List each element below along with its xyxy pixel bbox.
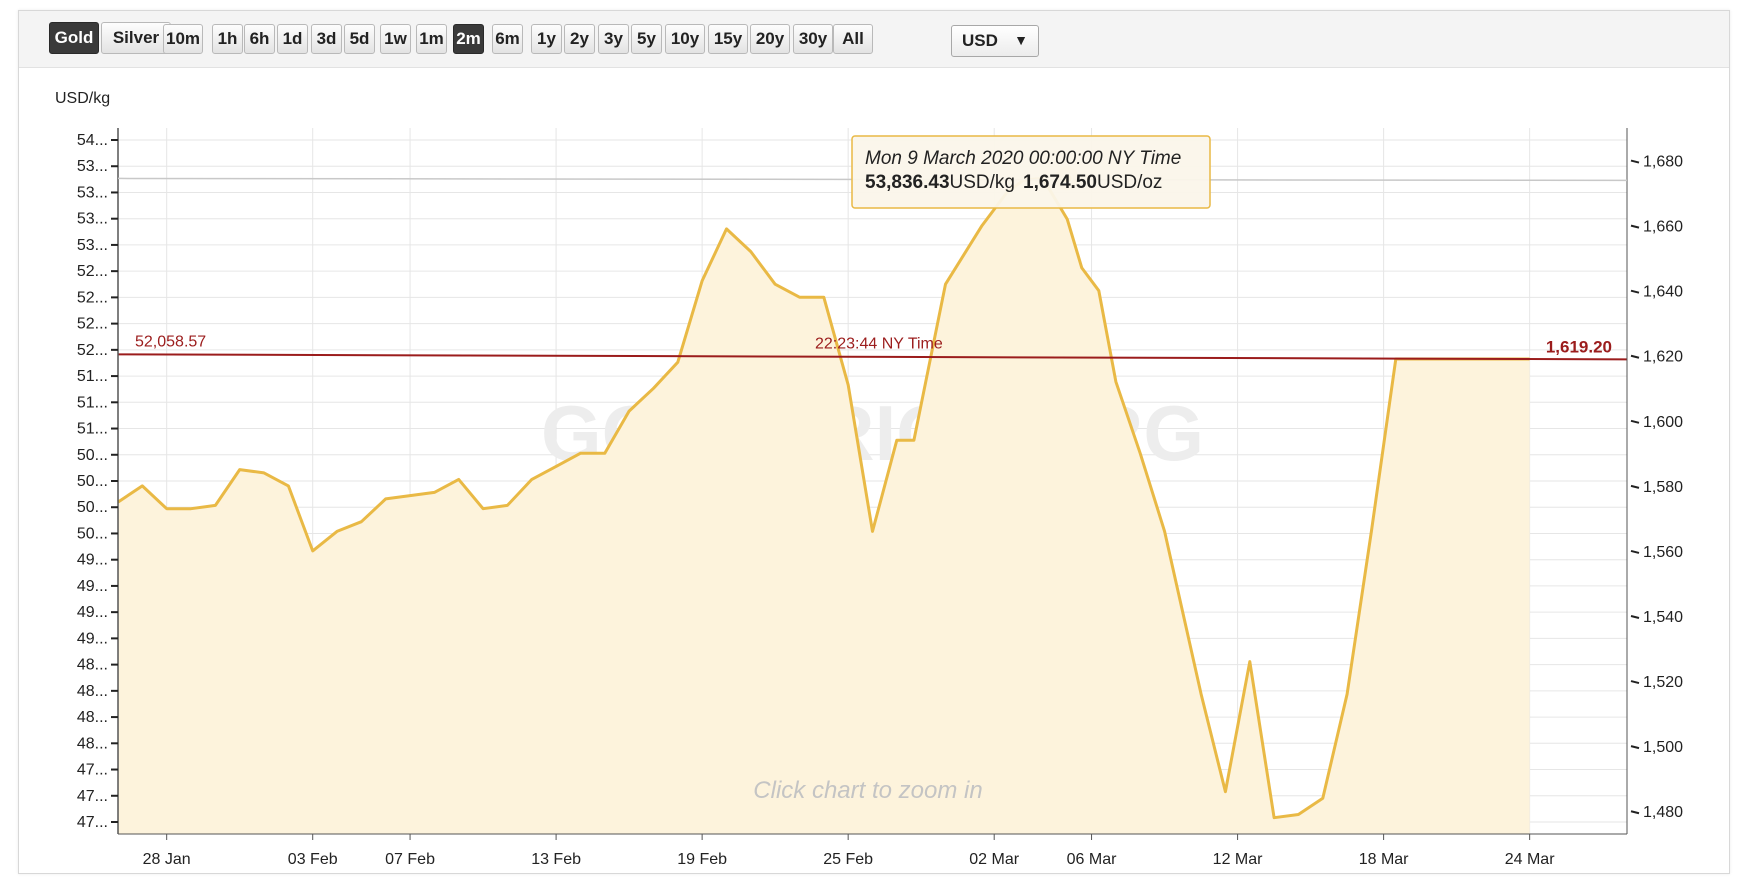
right-tick-mark bbox=[1630, 549, 1640, 554]
x-tick-label: 28 Jan bbox=[143, 851, 191, 868]
left-tick-label: 53... bbox=[77, 211, 108, 228]
tooltip-kg-unit: USD/kg bbox=[950, 172, 1015, 193]
left-tick-label: 47... bbox=[77, 762, 108, 779]
right-tick-label: 1,580 bbox=[1643, 479, 1683, 496]
reference-time-label: 22:23:44 NY Time bbox=[815, 335, 943, 352]
left-tick-label: 53... bbox=[77, 158, 108, 175]
left-tick-label: 48... bbox=[77, 735, 108, 752]
x-tick-label: 02 Mar bbox=[969, 851, 1019, 868]
price-chart[interactable]: GOLDPRICE.ORG52,058.57 1,619.2022:23:44 N… bbox=[0, 0, 1737, 889]
left-tick-label: 51... bbox=[77, 394, 108, 411]
left-tick-label: 51... bbox=[77, 421, 108, 438]
right-tick-label: 1,520 bbox=[1643, 674, 1683, 691]
series-area bbox=[118, 178, 1530, 834]
left-tick-label: 51... bbox=[77, 368, 108, 385]
right-tick-mark bbox=[1630, 615, 1640, 619]
right-tick-mark bbox=[1630, 680, 1640, 685]
left-tick-label: 53... bbox=[77, 237, 108, 254]
right-tick-label: 1,540 bbox=[1643, 609, 1683, 626]
reference-left-label: 52,058.57 bbox=[135, 333, 206, 350]
zoom-hint: Click chart to zoom in bbox=[753, 777, 982, 804]
reference-line bbox=[117, 353, 1628, 361]
tooltip-values: 53,836.43USD/kg 1,674.50USD/oz bbox=[865, 172, 1162, 193]
tooltip-kg-value: 53,836.43 bbox=[865, 172, 950, 193]
x-tick-label: 13 Feb bbox=[531, 851, 581, 868]
left-tick-label: 50... bbox=[77, 473, 108, 490]
left-tick-label: 49... bbox=[77, 604, 108, 621]
tooltip: Mon 9 March 2020 00:00:00 NY Time 53,836.… bbox=[851, 135, 1211, 209]
x-tick-label: 18 Mar bbox=[1359, 851, 1409, 868]
x-tick-label: 19 Feb bbox=[677, 851, 727, 868]
right-tick-label: 1,660 bbox=[1643, 219, 1683, 236]
right-tick-label: 1,620 bbox=[1643, 349, 1683, 366]
right-tick-mark bbox=[1630, 354, 1640, 359]
x-tick-label: 12 Mar bbox=[1213, 851, 1263, 868]
right-tick-label: 1,600 bbox=[1643, 414, 1683, 431]
left-tick-label: 52... bbox=[77, 342, 108, 359]
x-tick-label: 03 Feb bbox=[288, 851, 338, 868]
right-tick-label: 1,500 bbox=[1643, 739, 1683, 756]
tooltip-title: Mon 9 March 2020 00:00:00 NY Time bbox=[865, 148, 1181, 169]
left-tick-label: 48... bbox=[77, 709, 108, 726]
right-tick-label: 1,640 bbox=[1643, 284, 1683, 301]
right-tick-label: 1,680 bbox=[1643, 154, 1683, 171]
tooltip-oz-unit: USD/oz bbox=[1097, 172, 1162, 193]
reference-right-label: 1,619.20 bbox=[1546, 337, 1612, 356]
left-tick-label: 47... bbox=[77, 788, 108, 805]
right-tick-label: 1,480 bbox=[1643, 804, 1683, 821]
x-tick-label: 06 Mar bbox=[1067, 851, 1117, 868]
left-tick-label: 47... bbox=[77, 814, 108, 831]
left-tick-label: 49... bbox=[77, 578, 108, 595]
left-tick-label: 50... bbox=[77, 499, 108, 516]
right-tick-mark bbox=[1630, 810, 1640, 815]
right-tick-mark bbox=[1630, 159, 1640, 164]
x-tick-label: 07 Feb bbox=[385, 851, 435, 868]
x-tick-label: 24 Mar bbox=[1505, 851, 1555, 868]
left-tick-label: 52... bbox=[77, 316, 108, 333]
left-tick-label: 52... bbox=[77, 263, 108, 280]
right-tick-mark bbox=[1630, 419, 1640, 424]
left-tick-label: 49... bbox=[77, 552, 108, 569]
right-tick-mark bbox=[1630, 745, 1640, 750]
left-tick-label: 53... bbox=[77, 184, 108, 201]
left-tick-label: 54... bbox=[77, 132, 108, 149]
tooltip-oz-value: 1,674.50 bbox=[1023, 172, 1097, 193]
y-axis-title: USD/kg bbox=[55, 90, 110, 107]
right-tick-mark bbox=[1630, 484, 1640, 489]
left-tick-label: 48... bbox=[77, 657, 108, 674]
right-tick-label: 1,560 bbox=[1643, 544, 1683, 561]
right-tick-mark bbox=[1630, 289, 1640, 294]
left-tick-label: 50... bbox=[77, 525, 108, 542]
left-tick-label: 48... bbox=[77, 683, 108, 700]
left-tick-label: 50... bbox=[77, 447, 108, 464]
left-tick-label: 49... bbox=[77, 630, 108, 647]
right-tick-mark bbox=[1630, 224, 1640, 229]
left-tick-label: 52... bbox=[77, 289, 108, 306]
x-tick-label: 25 Feb bbox=[823, 851, 873, 868]
